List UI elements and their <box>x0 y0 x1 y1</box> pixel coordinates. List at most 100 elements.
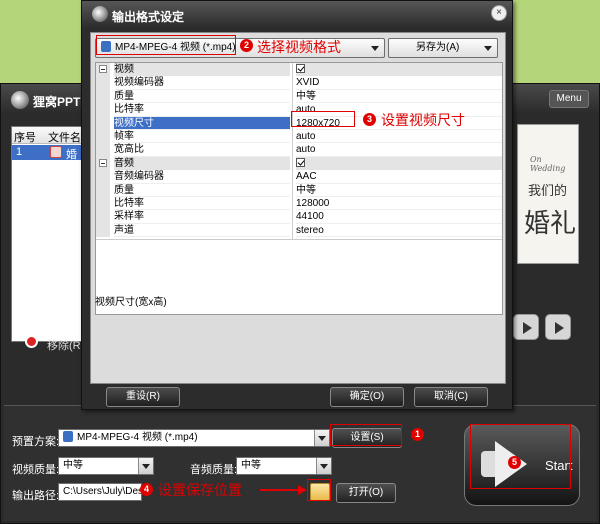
property-value[interactable]: 中等 <box>296 90 502 104</box>
property-row[interactable]: 质量 中等 <box>96 183 502 197</box>
annotation-number-1: 1 <box>411 428 424 441</box>
property-name: 比特率 <box>114 197 290 211</box>
property-value[interactable]: auto <box>296 143 502 157</box>
output-path-value: C:\Users\July\Deskto <box>63 486 142 497</box>
property-name: 比特率 <box>114 103 290 117</box>
property-row[interactable]: 质量 中等 <box>96 89 502 104</box>
file-name: 婚礼 <box>66 149 77 177</box>
property-name: 视频尺寸 <box>114 116 290 130</box>
preview-caption: On Wedding <box>530 155 566 173</box>
audio-quality-label: 音频质量: <box>190 464 238 476</box>
property-row[interactable]: 比特率 128000 <box>96 197 502 211</box>
video-quality-select[interactable]: 中等 <box>58 457 154 475</box>
checkbox-icon[interactable] <box>296 157 305 167</box>
annotation-box-start <box>470 424 571 489</box>
property-row[interactable]: 采样率 44100 <box>96 210 502 224</box>
column-header-filename[interactable]: 文件名 <box>48 129 81 145</box>
preview-subtitle: 我们的 <box>528 183 568 198</box>
property-name: 采样率 <box>114 210 290 224</box>
chevron-down-icon[interactable] <box>369 41 382 55</box>
preview-thumbnail: On Wedding 我们的 婚礼 <box>517 124 579 264</box>
dialog-logo-icon <box>92 6 108 22</box>
property-name: 音频 <box>114 156 290 171</box>
audio-quality-value: 中等 <box>241 460 261 471</box>
next-icon[interactable] <box>545 314 571 340</box>
file-list: 序号 文件名 1 婚礼 <box>11 126 83 342</box>
dialog-title: 输出格式设定 <box>112 10 185 24</box>
arrow-right-icon <box>298 485 307 495</box>
close-icon[interactable]: × <box>491 5 507 21</box>
property-row[interactable]: 帧率 auto <box>96 130 502 144</box>
app-name: 狸窝PPT! <box>33 95 85 109</box>
audio-quality-select[interactable]: 中等 <box>236 457 332 475</box>
annotation-box-format <box>96 35 236 55</box>
annotation-box-folder <box>307 479 331 501</box>
open-folder-button[interactable]: 打开(O) <box>336 483 396 503</box>
ok-button[interactable]: 确定(O) <box>330 387 404 407</box>
save-as-button[interactable]: 另存为(A) <box>388 38 498 58</box>
file-index: 1 <box>16 146 23 158</box>
property-checkbox-cell[interactable] <box>296 156 502 171</box>
property-row[interactable]: 音频编码器 AAC <box>96 170 502 184</box>
chevron-down-icon[interactable] <box>316 458 331 474</box>
dialog-body: MP4-MPEG-4 视频 (*.mp4) 另存为(A) 视频 视频编码器 XVID… <box>90 32 506 384</box>
column-header-index[interactable]: 序号 <box>14 129 36 145</box>
output-path-input[interactable]: C:\Users\July\Deskto <box>58 483 142 501</box>
preset-select[interactable]: MP4-MPEG-4 视频 (*.mp4) <box>58 429 330 447</box>
property-name: 帧率 <box>114 130 290 144</box>
file-list-header: 序号 文件名 <box>12 127 82 144</box>
checkbox-icon[interactable] <box>296 64 305 73</box>
chevron-down-icon[interactable] <box>138 458 153 474</box>
annotation-number-5: 5 <box>508 456 521 469</box>
annotation-arrow-line <box>260 489 300 491</box>
remove-button[interactable]: 移除(R) <box>47 337 84 353</box>
annotation-number-4: 4 <box>140 483 153 496</box>
cancel-button[interactable]: 取消(C) <box>414 387 488 407</box>
property-description: 视频尺寸(宽x高) <box>95 297 167 308</box>
annotation-box-settings <box>330 424 402 446</box>
output-format-dialog: 输出格式设定 × MP4-MPEG-4 视频 (*.mp4) 另存为(A) 视频… <box>81 0 513 410</box>
property-name: 质量 <box>114 90 290 104</box>
preset-value: MP4-MPEG-4 视频 (*.mp4) <box>77 432 198 443</box>
property-name: 视频编码器 <box>114 76 290 90</box>
annotation-text-format: 选择视频格式 <box>257 39 341 55</box>
property-value[interactable]: AAC <box>296 170 502 184</box>
reset-button[interactable]: 重设(R) <box>106 387 180 407</box>
save-as-label: 另存为(A) <box>416 42 460 53</box>
property-name: 声道 <box>114 224 290 238</box>
collapse-icon[interactable] <box>99 65 107 73</box>
property-name: 视频 <box>114 63 290 77</box>
annotation-text-path: 设置保存位置 <box>158 482 242 498</box>
property-value[interactable]: 44100 <box>296 210 502 224</box>
app-logo-icon <box>11 91 29 109</box>
property-name: 质量 <box>114 184 290 197</box>
file-list-row[interactable]: 1 婚礼 <box>12 145 82 177</box>
ppt-file-icon <box>50 146 62 158</box>
mp4-format-icon <box>63 431 73 442</box>
property-checkbox-cell[interactable] <box>296 63 502 77</box>
property-category[interactable]: 视频 <box>96 63 502 77</box>
property-value[interactable]: XVID <box>296 76 502 90</box>
collapse-icon[interactable] <box>99 158 107 167</box>
preview-title: 婚礼 <box>524 208 577 238</box>
chevron-down-icon[interactable] <box>314 430 329 446</box>
preset-label: 预置方案: <box>12 436 60 448</box>
property-value[interactable]: auto <box>296 130 502 144</box>
property-value[interactable]: 128000 <box>296 197 502 211</box>
property-name: 音频编码器 <box>114 170 290 184</box>
property-row[interactable]: 宽高比 auto <box>96 143 502 157</box>
property-row[interactable]: 视频编码器 XVID <box>96 76 502 90</box>
property-category[interactable]: 音频 <box>96 156 502 171</box>
property-row[interactable]: 声道 stereo <box>96 223 502 238</box>
chevron-down-icon[interactable] <box>482 41 495 55</box>
property-value[interactable]: 中等 <box>296 184 502 197</box>
dialog-footer: 重设(R) 确定(O) 取消(C) <box>90 387 506 409</box>
video-quality-label: 视频质量: <box>12 464 60 476</box>
playback-controls <box>509 282 579 352</box>
remove-icon[interactable] <box>25 335 38 348</box>
menu-button[interactable]: Menu <box>549 90 589 108</box>
output-path-label: 输出路径: <box>12 490 60 502</box>
property-value[interactable]: stereo <box>296 224 502 238</box>
dialog-title-bar: 输出格式设定 × <box>82 1 512 27</box>
play-icon[interactable] <box>513 314 539 340</box>
